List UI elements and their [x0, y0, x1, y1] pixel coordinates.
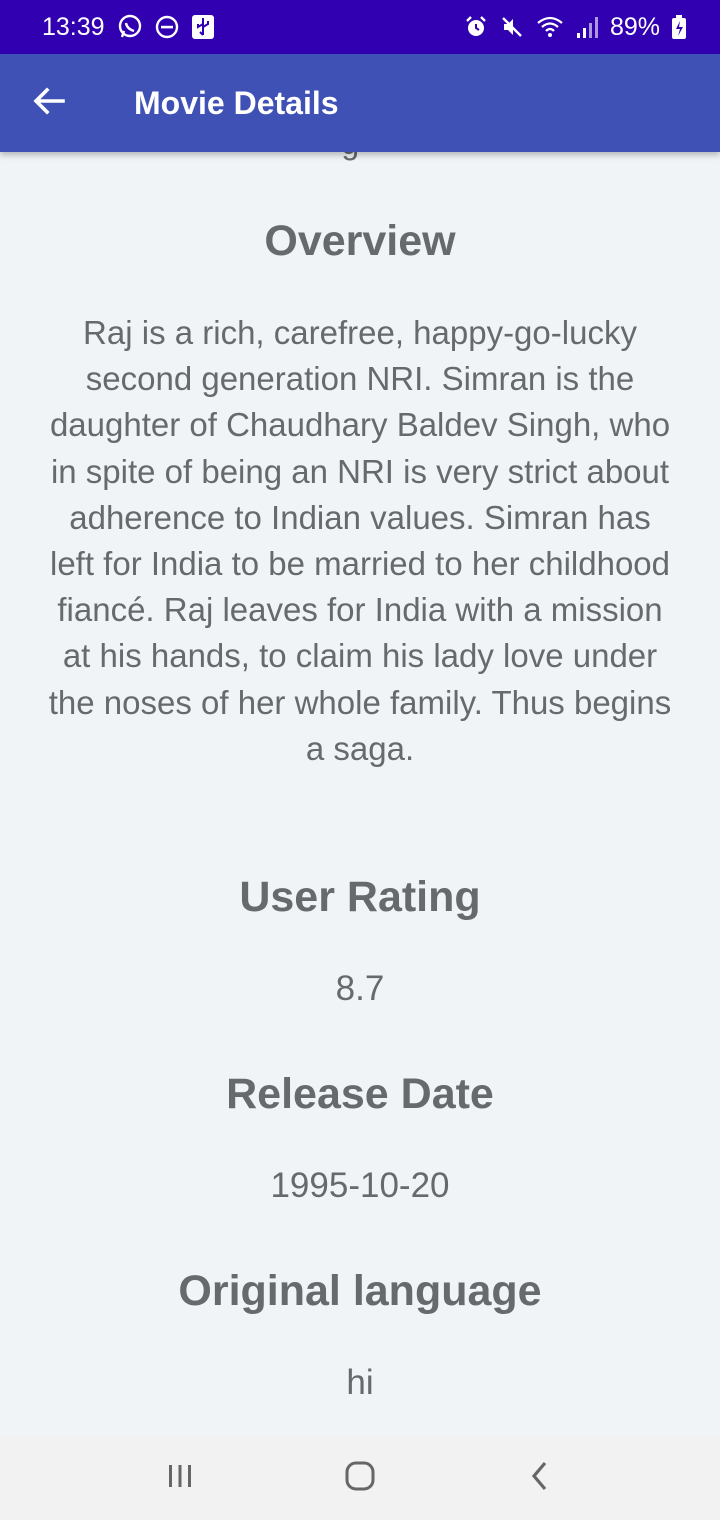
battery-charging-icon [672, 15, 686, 39]
original-language-heading: Original language [178, 1267, 542, 1315]
recent-apps-button[interactable] [135, 1443, 225, 1513]
mute-icon [500, 15, 524, 39]
app-bar: Movie Details [0, 54, 720, 152]
back-icon [526, 1460, 554, 1497]
clipped-previous-value: g · [0, 152, 720, 162]
alarm-icon [464, 15, 488, 39]
arrow-back-icon [33, 85, 65, 122]
wifi-icon [536, 15, 564, 39]
status-left: 13:39 [42, 13, 215, 42]
overview-text: Raj is a rich, carefree, happy-go-lucky … [48, 314, 672, 767]
release-date-value: 1995-10-20 [270, 1166, 450, 1205]
user-rating-value: 8.7 [335, 969, 385, 1008]
release-date-heading: Release Date [226, 1070, 494, 1118]
status-time: 13:39 [42, 12, 105, 41]
recent-apps-icon [166, 1462, 194, 1495]
signal-icon [576, 15, 598, 39]
overview-heading: Overview [264, 217, 456, 265]
home-button[interactable] [315, 1443, 405, 1513]
status-bar: 13:39 89% [0, 0, 720, 54]
user-rating-heading: User Rating [239, 873, 481, 921]
back-button[interactable] [15, 69, 83, 137]
system-nav-bar [0, 1436, 720, 1520]
original-language-value: hi [346, 1363, 374, 1402]
status-right: 89% [464, 13, 686, 42]
nav-back-button[interactable] [495, 1443, 585, 1513]
usb-icon [191, 14, 215, 40]
page-title: Movie Details [134, 84, 339, 121]
battery-percent: 89% [609, 12, 660, 41]
do-not-disturb-icon [155, 15, 179, 39]
home-icon [344, 1460, 376, 1497]
movie-details-content[interactable]: g · Overview Raj is a rich, carefree, ha… [0, 152, 720, 1436]
whatsapp-icon [117, 14, 143, 40]
